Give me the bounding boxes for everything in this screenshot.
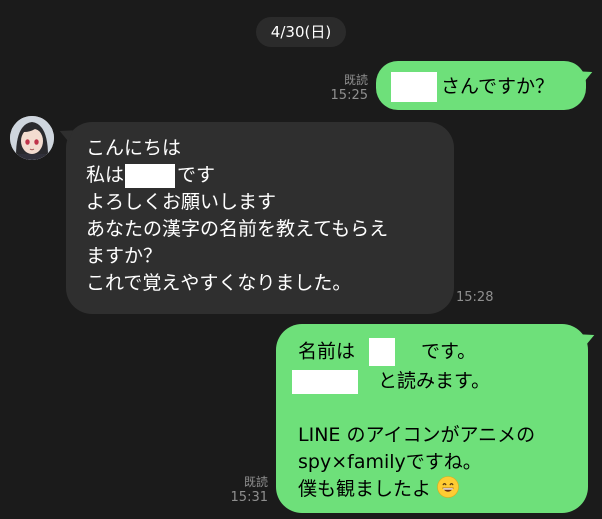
message-meta: 15:28 [456, 290, 502, 306]
message-meta: 既読 15:31 [220, 474, 268, 506]
message-line: と読みます。 [292, 368, 535, 395]
read-receipt: 既読 [243, 475, 268, 489]
message-line: あなたの漢字の名前を教えてもらえ [86, 218, 389, 240]
message-text: と読みます。 [378, 370, 491, 392]
redacted-name-box [292, 369, 358, 394]
incoming-message-bubble[interactable]: こんにちは 私は です よろしくお願いします あなたの漢字の名前を教えてもらえ ま… [66, 122, 454, 314]
message-line: 私は です [86, 162, 388, 189]
anime-avatar-icon [10, 116, 54, 160]
message-line: LINE のアイコンがアニメの [298, 424, 536, 446]
message-text: です [177, 164, 216, 186]
read-receipt: 既読 [343, 73, 368, 87]
message-line: ますか？ [86, 245, 163, 267]
outgoing-message-bubble[interactable]: さんですか？ [376, 61, 586, 110]
message-line: spy×familyですね。 [298, 451, 482, 473]
message-text: さんですか？ [441, 75, 555, 98]
grinning-face-icon [437, 476, 459, 498]
contact-avatar[interactable] [10, 116, 54, 160]
date-separator: 4/30(日) [256, 17, 346, 47]
timestamp: 15:31 [230, 490, 268, 505]
message-line: 僕も観ましたよ [298, 476, 535, 503]
message-line: よろしくお願いします [86, 191, 277, 213]
message-spacer [298, 395, 535, 422]
message-text: 名前は [298, 340, 356, 363]
timestamp: 15:25 [330, 88, 368, 103]
redacted-name-box [391, 72, 437, 102]
timestamp: 15:28 [456, 290, 494, 305]
message-line: 名前は です。 [298, 338, 535, 366]
message-text: 僕も観ましたよ [298, 478, 432, 500]
outgoing-message-bubble[interactable]: 名前は です。 と読みます。 LINE のアイコンがアニメの spy×family… [276, 324, 588, 513]
redacted-name-box [125, 163, 176, 188]
message-meta: 既読 15:25 [318, 72, 368, 104]
redacted-name-box [369, 338, 396, 366]
message-line: これで覚えやすくなりました。 [86, 272, 352, 294]
message-text: 私は [86, 164, 125, 186]
message-text: です。 [421, 340, 477, 363]
message-line: こんにちは [86, 137, 182, 159]
